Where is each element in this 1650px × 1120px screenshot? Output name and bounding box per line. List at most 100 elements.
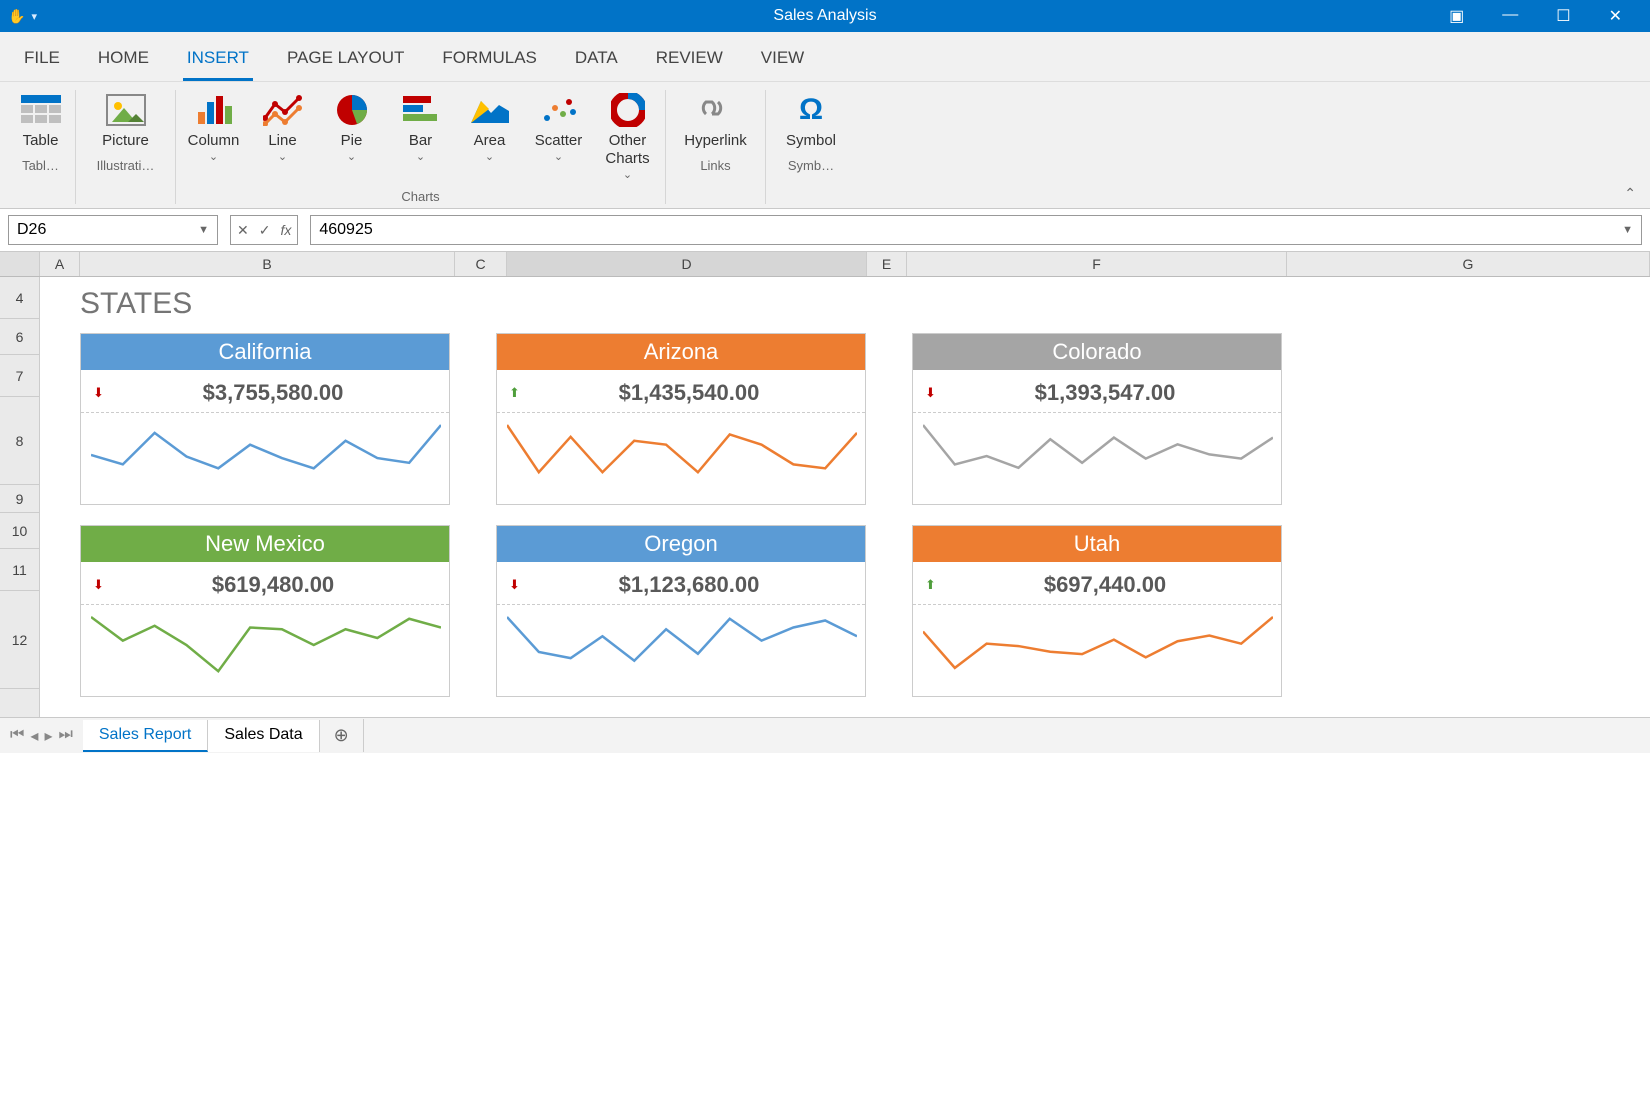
line-chart-label: Line [268, 132, 296, 150]
cancel-formula-icon[interactable]: ✕ [237, 222, 249, 239]
area-chart-label: Area [474, 132, 506, 150]
touch-mode-icon[interactable]: ✋ [8, 8, 25, 25]
card-value-row: ⬇$1,393,547.00 [913, 370, 1281, 413]
other-charts-button[interactable]: Other Charts ⌄ [600, 90, 655, 181]
quick-access-toolbar: ✋ ▾ [0, 8, 37, 25]
symbol-icon: Ω [799, 90, 823, 130]
symbol-label: Symbol [786, 132, 836, 150]
chevron-down-icon: ⌄ [416, 150, 425, 163]
fx-icon[interactable]: fx [280, 222, 291, 238]
table-button[interactable]: Table [16, 90, 65, 150]
bar-chart-label: Bar [409, 132, 432, 150]
sheet-nav: ⏮ ◂ ▸ ⏭ [0, 726, 83, 746]
first-sheet-icon[interactable]: ⏮ [10, 726, 24, 746]
tab-file[interactable]: FILE [20, 42, 64, 81]
chevron-down-icon: ⌄ [623, 168, 632, 181]
row-header-8[interactable]: 8 [0, 397, 39, 485]
formula-buttons: ✕ ✓ fx [230, 215, 298, 245]
maximize-icon[interactable]: ☐ [1546, 2, 1580, 30]
row-headers: 46789101112 [0, 277, 40, 717]
line-chart-icon [263, 90, 303, 130]
col-header-A[interactable]: A [40, 252, 80, 276]
accept-formula-icon[interactable]: ✓ [259, 222, 271, 239]
column-chart-button[interactable]: Column ⌄ [186, 90, 241, 181]
col-header-F[interactable]: F [907, 252, 1287, 276]
cards-row: New Mexico⬇$619,480.00Oregon⬇$1,123,680.… [80, 525, 1300, 697]
col-header-C[interactable]: C [455, 252, 507, 276]
sheet-tab-bar: ⏮ ◂ ▸ ⏭ Sales ReportSales Data ⊕ [0, 717, 1650, 753]
area-chart-button[interactable]: Area ⌄ [462, 90, 517, 181]
row-header-9[interactable]: 9 [0, 485, 39, 513]
states-heading: STATES [80, 287, 1300, 321]
other-charts-label: Other Charts [600, 132, 655, 168]
formula-input[interactable]: 460925 ▼ [310, 215, 1642, 245]
area-chart-icon [471, 90, 509, 130]
name-box[interactable]: D26 ▼ [8, 215, 218, 245]
tab-data[interactable]: DATA [571, 42, 622, 81]
card-value-row: ⬇$619,480.00 [81, 562, 449, 605]
table-icon [21, 90, 61, 130]
row-header-12[interactable]: 12 [0, 591, 39, 689]
sheet-tab-sales-report[interactable]: Sales Report [83, 720, 209, 752]
state-card-california: California⬇$3,755,580.00 [80, 333, 450, 505]
pie-chart-icon [335, 90, 369, 130]
trend-down-icon: ⬇ [509, 577, 525, 593]
col-header-B[interactable]: B [80, 252, 455, 276]
line-chart-button[interactable]: Line ⌄ [255, 90, 310, 181]
card-amount: $1,123,680.00 [525, 572, 853, 598]
sheet-tab-sales-data[interactable]: Sales Data [208, 720, 319, 752]
col-header-D[interactable]: D [507, 252, 867, 276]
hyperlink-button[interactable]: Hyperlink [676, 90, 755, 150]
tab-insert[interactable]: INSERT [183, 42, 253, 81]
group-charts-label: Charts [186, 189, 655, 204]
tab-formulas[interactable]: FORMULAS [438, 42, 540, 81]
chevron-down-icon: ⌄ [347, 150, 356, 163]
card-amount: $1,393,547.00 [941, 380, 1269, 406]
col-header-G[interactable]: G [1287, 252, 1650, 276]
tab-page-layout[interactable]: PAGE LAYOUT [283, 42, 408, 81]
close-icon[interactable]: ✕ [1599, 2, 1632, 30]
prev-sheet-icon[interactable]: ◂ [30, 726, 38, 746]
minimize-icon[interactable]: ― [1492, 2, 1528, 30]
collapse-ribbon-icon[interactable]: ⌃ [1624, 185, 1636, 202]
add-sheet-button[interactable]: ⊕ [320, 719, 364, 752]
group-links: Hyperlink Links [666, 90, 766, 204]
pie-chart-button[interactable]: Pie ⌄ [324, 90, 379, 181]
row-header-10[interactable]: 10 [0, 513, 39, 549]
col-header-E[interactable]: E [867, 252, 907, 276]
tab-view[interactable]: VIEW [757, 42, 808, 81]
picture-button[interactable]: Picture [90, 90, 162, 150]
tab-home[interactable]: HOME [94, 42, 153, 81]
group-symbols-label: Symb… [776, 158, 846, 173]
pie-chart-label: Pie [341, 132, 363, 150]
scatter-chart-button[interactable]: Scatter ⌄ [531, 90, 586, 181]
card-value-row: ⬇$3,755,580.00 [81, 370, 449, 413]
tab-review[interactable]: REVIEW [652, 42, 727, 81]
ribbon-tabs: FILE HOME INSERT PAGE LAYOUT FORMULAS DATA REV… [0, 32, 1650, 81]
row-header-7[interactable]: 7 [0, 355, 39, 397]
select-all-corner[interactable] [0, 252, 40, 276]
bar-chart-button[interactable]: Bar ⌄ [393, 90, 448, 181]
chevron-down-icon: ⌄ [209, 150, 218, 163]
card-title: Arizona [497, 334, 865, 370]
picture-icon [106, 90, 146, 130]
scatter-chart-icon [541, 90, 577, 130]
sparkline [497, 413, 865, 504]
ribbon-display-icon[interactable]: ▣ [1439, 2, 1474, 30]
trend-down-icon: ⬇ [93, 385, 109, 401]
expand-formula-icon[interactable]: ▼ [1622, 224, 1633, 236]
last-sheet-icon[interactable]: ⏭ [58, 726, 72, 746]
quick-access-dropdown-icon[interactable]: ▾ [31, 10, 37, 23]
column-chart-icon [196, 90, 232, 130]
row-header-4[interactable]: 4 [0, 277, 39, 319]
trend-up-icon: ⬆ [509, 385, 525, 401]
symbol-button[interactable]: Ω Symbol [776, 90, 846, 150]
row-header-6[interactable]: 6 [0, 319, 39, 355]
card-title: New Mexico [81, 526, 449, 562]
next-sheet-icon[interactable]: ▸ [44, 726, 52, 746]
dropdown-icon[interactable]: ▼ [198, 224, 209, 236]
row-header-11[interactable]: 11 [0, 549, 39, 591]
picture-label: Picture [102, 132, 149, 150]
title-bar: ✋ ▾ Sales Analysis ▣ ― ☐ ✕ [0, 0, 1650, 32]
sheet-content[interactable]: STATES California⬇$3,755,580.00 Arizona ⬆ $… [40, 277, 1300, 717]
